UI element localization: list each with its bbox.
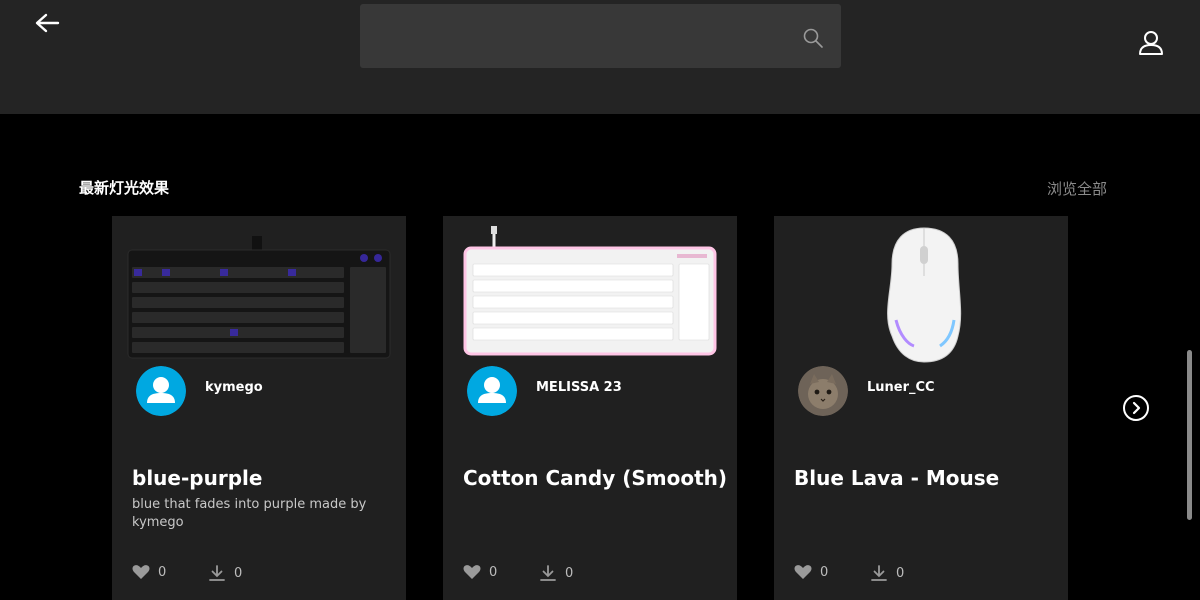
effect-name: Blue Lava - Mouse [794, 466, 1000, 490]
download-count: 0 [234, 565, 243, 581]
effect-description: blue that fades into purple made by kyme… [132, 497, 367, 530]
like-count: 0 [489, 564, 498, 580]
author-name[interactable]: kymego [205, 380, 263, 395]
lighting-card[interactable]: MELISSA 23 Cotton Candy (Smooth) 0 0 [443, 216, 737, 600]
author-name[interactable]: Luner_CC [867, 380, 935, 395]
cat-photo-icon [798, 366, 848, 416]
like-button[interactable]: 0 [463, 564, 497, 580]
download-count: 0 [565, 565, 574, 581]
like-button[interactable]: 0 [794, 564, 828, 580]
next-page-button[interactable] [1122, 394, 1150, 422]
avatar[interactable] [798, 366, 848, 416]
chevron-right-icon [1123, 395, 1149, 421]
search-box[interactable] [360, 4, 841, 68]
effect-name: Cotton Candy (Smooth) [463, 466, 728, 490]
search-input[interactable] [360, 4, 780, 68]
top-bar [0, 0, 1200, 114]
keyboard-white-thumbnail [463, 226, 717, 356]
scrollbar-thumb[interactable] [1187, 350, 1192, 520]
lighting-card[interactable]: Luner_CC Blue Lava - Mouse 0 0 [774, 216, 1068, 600]
effect-name: blue-purple [132, 466, 263, 490]
download-icon [540, 565, 556, 581]
arrow-left-icon [35, 13, 60, 33]
download-count: 0 [896, 565, 905, 581]
mouse-white-thumbnail [887, 227, 962, 363]
download-icon [209, 565, 225, 581]
like-count: 0 [820, 564, 829, 580]
download-button[interactable]: 0 [208, 564, 242, 582]
section-title: 最新灯光效果 [79, 179, 170, 197]
download-button[interactable]: 0 [870, 564, 904, 582]
like-button[interactable]: 0 [132, 564, 166, 580]
heart-icon [132, 565, 150, 579]
heart-icon [463, 565, 481, 579]
avatar[interactable] [136, 366, 186, 416]
back-button[interactable] [30, 8, 66, 40]
heart-icon [794, 565, 812, 579]
avatar[interactable] [467, 366, 517, 416]
lighting-card[interactable]: kymego blue-purple blue that fades into … [112, 216, 406, 600]
author-name[interactable]: MELISSA 23 [536, 380, 622, 395]
default-user-icon [136, 366, 186, 416]
default-user-icon [467, 366, 517, 416]
download-icon [871, 565, 887, 581]
user-icon [1139, 31, 1163, 55]
keyboard-dark-thumbnail [127, 236, 391, 359]
download-button[interactable]: 0 [539, 564, 573, 582]
browse-all-link[interactable]: 浏览全部 [1047, 178, 1107, 199]
like-count: 0 [158, 564, 167, 580]
account-button[interactable] [1136, 28, 1166, 58]
search-icon[interactable] [801, 26, 825, 50]
